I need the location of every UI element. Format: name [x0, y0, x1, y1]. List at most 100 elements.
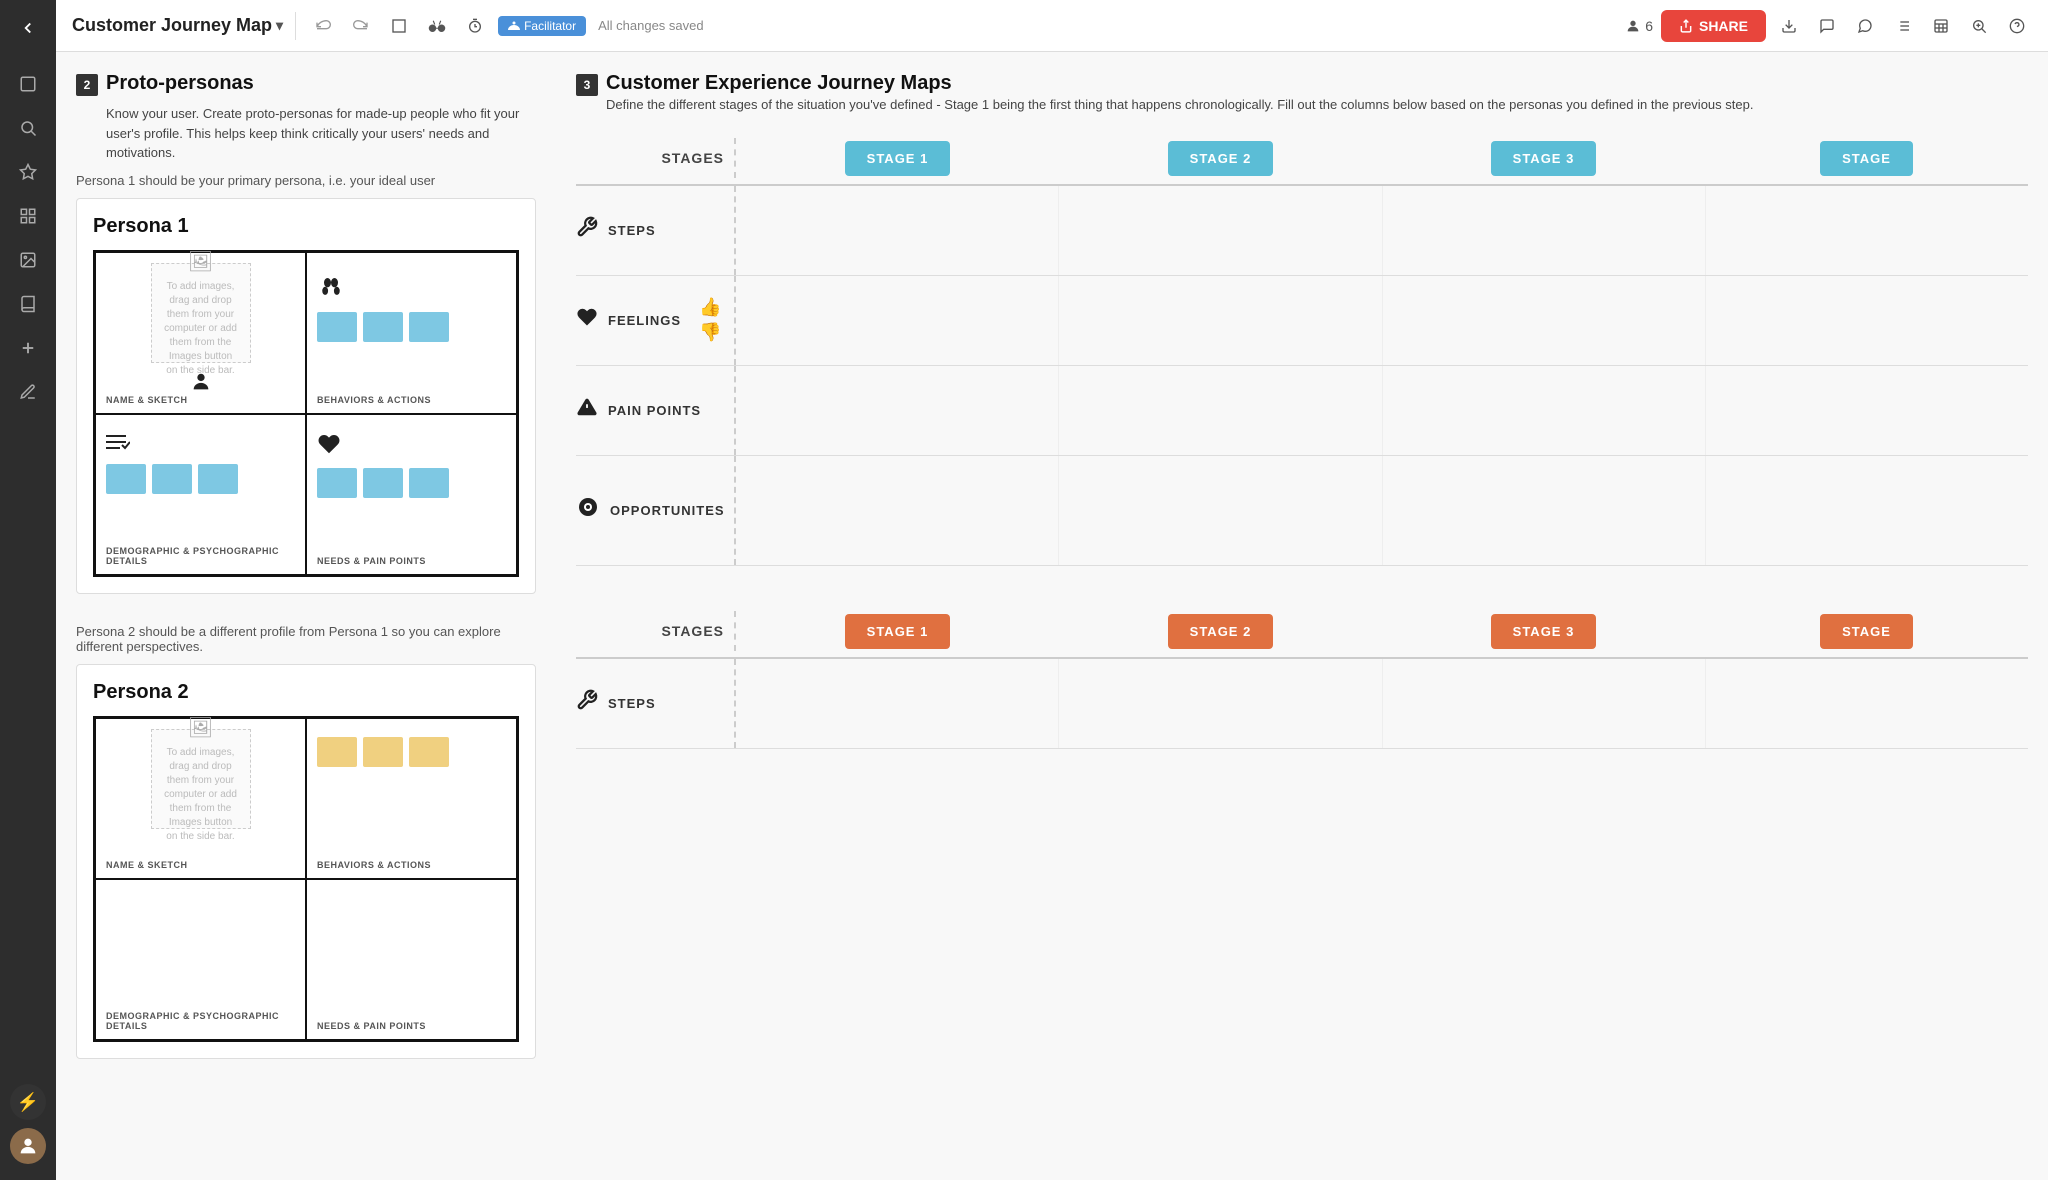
persona2-name-label: NAME & SKETCH — [106, 860, 188, 870]
sidebar-star-icon[interactable] — [8, 152, 48, 192]
p2-steps-cell-3[interactable] — [1383, 659, 1706, 748]
steps-cell-3[interactable] — [1383, 186, 1706, 275]
title-chevron-icon: ▾ — [276, 17, 283, 34]
steps-content — [736, 186, 2028, 275]
binoculars-button[interactable] — [422, 11, 452, 41]
persona2-title: Persona 2 — [93, 681, 519, 704]
p2-stage1-cell: STAGE 1 — [736, 606, 1059, 657]
persona1-behaviors-label: BEHAVIORS & ACTIONS — [317, 395, 431, 405]
persona2-image-icon: 🖼 — [188, 714, 213, 742]
feelings-label-cell: FEELINGS 👍 👎 — [576, 276, 736, 365]
stage3-button[interactable]: STAGE 3 — [1491, 141, 1597, 176]
steps-label-cell: STEPS — [576, 186, 736, 275]
zoom-search-button[interactable] — [1964, 11, 1994, 41]
persona1-image-placeholder: 🖼 To add images, drag and drop them from… — [151, 263, 251, 363]
persona1-needs-label: NEEDS & PAIN POINTS — [317, 556, 426, 566]
sidebar-page-icon[interactable] — [8, 64, 48, 104]
p2-stage2-button[interactable]: STAGE 2 — [1168, 614, 1274, 649]
opportunities-cell-1[interactable] — [736, 456, 1059, 565]
opportunities-label-cell: OPPORTUNITES — [576, 456, 736, 565]
steps-label: STEPS — [608, 223, 656, 238]
sidebar-back-icon[interactable] — [8, 8, 48, 48]
redo-button[interactable] — [346, 11, 376, 41]
feelings-label: FEELINGS — [608, 313, 681, 328]
journey-map-1: STAGES STAGE 1 STAGE 2 STAGE 3 — [576, 133, 2028, 566]
p2-stage4-button[interactable]: STAGE — [1820, 614, 1913, 649]
feelings-icon — [576, 306, 598, 334]
persona1-card: Persona 1 🖼 To add images, drag and drop… — [76, 198, 536, 594]
feelings-cell-3[interactable] — [1383, 276, 1706, 365]
share-button[interactable]: SHARE — [1661, 10, 1766, 42]
opportunities-cell-2[interactable] — [1059, 456, 1382, 565]
persona1-note: Persona 1 should be your primary persona… — [76, 173, 536, 188]
frame-button[interactable] — [384, 11, 414, 41]
feelings-cell-4[interactable] — [1706, 276, 2028, 365]
personas-panel: 2 Proto-personas Know your user. Create … — [76, 72, 556, 1089]
p2-steps-cell-1[interactable] — [736, 659, 1059, 748]
section2-title: Proto-personas — [106, 72, 254, 95]
steps-cell-1[interactable] — [736, 186, 1059, 275]
persona2-behavior-block-1 — [317, 737, 357, 767]
persona2-behavior-block-2 — [363, 737, 403, 767]
users-count[interactable]: 6 — [1625, 18, 1653, 34]
sidebar: ⚡ — [0, 0, 56, 1180]
persona1-title: Persona 1 — [93, 215, 519, 238]
persona2-quadrant-needs: NEEDS & PAIN POINTS — [306, 879, 516, 1039]
sidebar-image-icon[interactable] — [8, 240, 48, 280]
thumbs-down-icon: 👎 — [699, 322, 721, 343]
section3-number: 3 — [576, 74, 598, 96]
stage3-cell: STAGE 3 — [1382, 133, 1705, 184]
stage-cells-2: STAGE 1 STAGE 2 STAGE 3 STAGE — [736, 606, 2028, 657]
painpoints-cell-4[interactable] — [1706, 366, 2028, 455]
journey-panel: 3 Customer Experience Journey Maps Defin… — [556, 72, 2028, 1089]
comment-button[interactable] — [1850, 11, 1880, 41]
painpoints-cell-3[interactable] — [1383, 366, 1706, 455]
p2-stage1-button[interactable]: STAGE 1 — [845, 614, 951, 649]
chat-button[interactable] — [1812, 11, 1842, 41]
sidebar-grid-icon[interactable] — [8, 196, 48, 236]
steps-cell-4[interactable] — [1706, 186, 2028, 275]
section3-header: 3 Customer Experience Journey Maps Defin… — [576, 72, 2028, 125]
stages-label-1: STAGES — [576, 138, 736, 178]
persona2-card: Persona 2 🖼 To add images, drag and drop… — [76, 664, 536, 1059]
help-button[interactable] — [2002, 11, 2032, 41]
persona1-behaviors-blocks — [317, 312, 449, 342]
download-button[interactable] — [1774, 11, 1804, 41]
undo-button[interactable] — [308, 11, 338, 41]
p2-steps-label-cell: STEPS — [576, 659, 736, 748]
stage4-button[interactable]: STAGE — [1820, 141, 1913, 176]
opportunities-cell-4[interactable] — [1706, 456, 2028, 565]
table-button[interactable] — [1926, 11, 1956, 41]
list-button[interactable] — [1888, 11, 1918, 41]
feelings-cell-2[interactable] — [1059, 276, 1382, 365]
painpoints-content — [736, 366, 2028, 455]
painpoints-cell-2[interactable] — [1059, 366, 1382, 455]
stages-label-2: STAGES — [576, 611, 736, 651]
document-title[interactable]: Customer Journey Map ▾ — [72, 15, 283, 36]
stage1-button[interactable]: STAGE 1 — [845, 141, 951, 176]
p2-steps-cell-2[interactable] — [1059, 659, 1382, 748]
sidebar-search-icon[interactable] — [8, 108, 48, 148]
p2-steps-content — [736, 659, 2028, 748]
persona1-grid: 🖼 To add images, drag and drop them from… — [93, 250, 519, 577]
p2-stage3-button[interactable]: STAGE 3 — [1491, 614, 1597, 649]
p2-stage4-cell: STAGE — [1705, 606, 2028, 657]
feelings-content — [736, 276, 2028, 365]
timer-button[interactable] — [460, 11, 490, 41]
behavior-block-3 — [409, 312, 449, 342]
p2-stage3-cell: STAGE 3 — [1382, 606, 1705, 657]
steps-cell-2[interactable] — [1059, 186, 1382, 275]
needs-block-2 — [363, 468, 403, 498]
sidebar-book-icon[interactable] — [8, 284, 48, 324]
sidebar-bolt-button[interactable]: ⚡ — [10, 1084, 46, 1120]
demographic-block-1 — [106, 464, 146, 494]
stage2-button[interactable]: STAGE 2 — [1168, 141, 1274, 176]
stage-cells-1: STAGE 1 STAGE 2 STAGE 3 STAGE — [736, 133, 2028, 184]
opportunities-cell-3[interactable] — [1383, 456, 1706, 565]
sidebar-plus-icon[interactable] — [8, 328, 48, 368]
feelings-cell-1[interactable] — [736, 276, 1059, 365]
painpoints-cell-1[interactable] — [736, 366, 1059, 455]
p2-steps-cell-4[interactable] — [1706, 659, 2028, 748]
p2-stage2-cell: STAGE 2 — [1059, 606, 1382, 657]
sidebar-pen-icon[interactable] — [8, 372, 48, 412]
